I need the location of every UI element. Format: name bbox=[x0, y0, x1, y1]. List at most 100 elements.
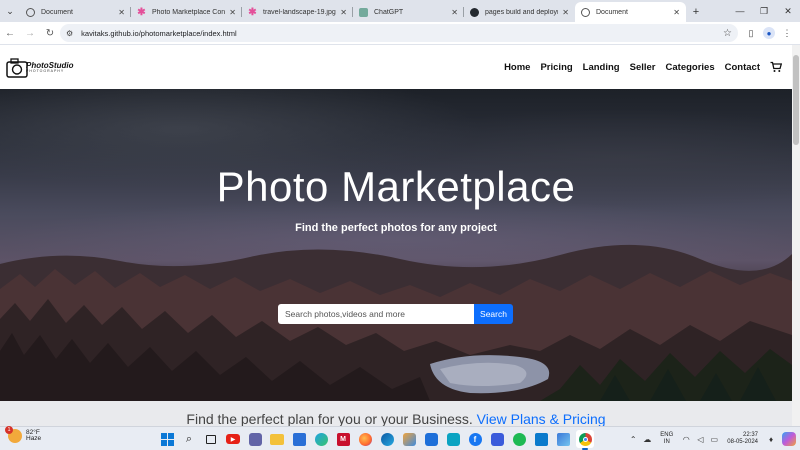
mcafee-icon[interactable]: M bbox=[334, 430, 352, 448]
tab-6-active[interactable]: Document ✕ bbox=[575, 2, 686, 22]
close-icon[interactable]: ✕ bbox=[673, 8, 680, 17]
vscode-icon[interactable] bbox=[532, 430, 550, 448]
cart-icon[interactable] bbox=[770, 61, 782, 73]
tab-2[interactable]: ✱ Photo Marketplace Contac ✕ bbox=[131, 2, 242, 22]
system-tray: ⌃ ☁ ENG IN ◠ ◁ ▭ 22:37 08-05-2024 ♦ bbox=[626, 427, 796, 450]
weather-condition: Haze bbox=[26, 435, 42, 442]
store-icon[interactable] bbox=[290, 430, 308, 448]
tab-title: pages build and deployme bbox=[485, 8, 558, 16]
tab-1[interactable]: Document ✕ bbox=[20, 2, 131, 22]
close-window-icon[interactable]: ✕ bbox=[776, 0, 800, 22]
close-icon[interactable]: ✕ bbox=[562, 8, 569, 17]
task-view-icon[interactable] bbox=[202, 430, 220, 448]
tab-title: Document bbox=[596, 8, 628, 16]
hero-section: Photo Marketplace Find the perfect photo… bbox=[0, 89, 792, 401]
plans-text: Find the perfect plan for you or your Bu… bbox=[186, 411, 473, 426]
tab-title: Photo Marketplace Contac bbox=[152, 8, 226, 16]
tab-4[interactable]: ChatGPT ✕ bbox=[353, 2, 464, 22]
facebook-icon[interactable]: f bbox=[466, 430, 484, 448]
nav-contact[interactable]: Contact bbox=[725, 62, 760, 73]
clock-time: 22:37 bbox=[742, 431, 758, 438]
chevron-up-icon[interactable]: ⌃ bbox=[626, 435, 640, 444]
nav-seller[interactable]: Seller bbox=[630, 62, 656, 73]
nav-pricing[interactable]: Pricing bbox=[540, 62, 572, 73]
copilot-icon[interactable] bbox=[782, 432, 796, 446]
globe-icon bbox=[581, 7, 590, 17]
site-navbar: PhotoStudio PHOTOGRAPHY Home Pricing Lan… bbox=[0, 45, 792, 89]
file-explorer-icon[interactable] bbox=[268, 430, 286, 448]
forward-icon[interactable]: → bbox=[20, 22, 40, 44]
search-icon[interactable]: ⌕ bbox=[180, 430, 198, 448]
window-controls: — ❐ ✕ bbox=[728, 0, 800, 22]
clock-date: 08-05-2024 bbox=[727, 439, 758, 445]
asterisk-icon: ✱ bbox=[137, 6, 146, 18]
spotify-icon[interactable] bbox=[510, 430, 528, 448]
powerapps-icon[interactable] bbox=[488, 430, 506, 448]
tab-title: Document bbox=[41, 8, 73, 16]
app-store-icon[interactable] bbox=[422, 430, 440, 448]
windows-start-icon[interactable] bbox=[158, 430, 176, 448]
nav-landing[interactable]: Landing bbox=[583, 62, 620, 73]
messenger-icon[interactable] bbox=[444, 430, 462, 448]
browser-toolbar: ← → ↻ ⚙ kavitaks.github.io/photomarketpl… bbox=[0, 22, 800, 44]
logo-tagline: PHOTOGRAPHY bbox=[26, 69, 65, 74]
chatgpt-icon bbox=[359, 7, 368, 17]
minimize-icon[interactable]: — bbox=[728, 0, 752, 22]
view-plans-link[interactable]: View Plans & Pricing bbox=[477, 411, 606, 426]
close-icon[interactable]: ✕ bbox=[340, 8, 347, 17]
webpage: PhotoStudio PHOTOGRAPHY Home Pricing Lan… bbox=[0, 45, 792, 426]
firefox-icon[interactable] bbox=[356, 430, 374, 448]
back-icon[interactable]: ← bbox=[0, 22, 20, 44]
close-icon[interactable]: ✕ bbox=[118, 8, 125, 17]
chrome-icon[interactable] bbox=[576, 430, 594, 450]
close-icon[interactable]: ✕ bbox=[229, 8, 236, 17]
tab-3[interactable]: ✱ travel-landscape-19.jpg (1 ✕ bbox=[242, 2, 353, 22]
search-button[interactable]: Search bbox=[474, 304, 513, 324]
tab-search-icon[interactable]: ⌄ bbox=[0, 0, 20, 22]
language-indicator[interactable]: ENG IN bbox=[660, 432, 673, 445]
nav-home[interactable]: Home bbox=[504, 62, 530, 73]
tab-strip: ⌄ Document ✕ ✱ Photo Marketplace Contac … bbox=[0, 0, 800, 22]
battery-icon[interactable]: ▭ bbox=[707, 435, 721, 444]
restore-icon[interactable]: ❐ bbox=[752, 0, 776, 22]
profile-avatar-icon[interactable]: ● bbox=[763, 27, 775, 39]
language-top: ENG bbox=[660, 432, 674, 439]
edge-icon[interactable] bbox=[312, 430, 330, 448]
weather-widget[interactable]: 1 82°F Haze bbox=[5, 426, 42, 443]
tab-5[interactable]: pages build and deployme ✕ bbox=[464, 2, 575, 22]
photos-icon[interactable] bbox=[400, 430, 418, 448]
site-logo[interactable]: PhotoStudio PHOTOGRAPHY bbox=[6, 55, 74, 81]
notification-bell-icon[interactable]: ♦ bbox=[764, 435, 778, 444]
close-icon[interactable]: ✕ bbox=[451, 8, 458, 17]
nav-categories[interactable]: Categories bbox=[666, 62, 715, 73]
bookmark-star-icon[interactable]: ☆ bbox=[723, 28, 732, 39]
new-tab-button[interactable]: + bbox=[686, 2, 706, 22]
page-scrollbar[interactable] bbox=[792, 45, 800, 426]
main-menu: Home Pricing Landing Seller Categories C… bbox=[494, 45, 782, 89]
scrollbar-thumb[interactable] bbox=[793, 55, 799, 145]
teams-icon[interactable] bbox=[246, 430, 264, 448]
asterisk-icon: ✱ bbox=[248, 6, 257, 18]
menu-kebab-icon[interactable]: ⋮ bbox=[778, 22, 796, 44]
url-text[interactable]: kavitaks.github.io/photomarketplace/inde… bbox=[81, 29, 723, 38]
reload-icon[interactable]: ↻ bbox=[40, 22, 60, 44]
edge-dev-icon[interactable] bbox=[378, 430, 396, 448]
gallery-icon[interactable] bbox=[554, 430, 572, 448]
side-panel-icon[interactable]: ▯ bbox=[742, 22, 760, 44]
camera-icon bbox=[6, 58, 28, 78]
hero-search: Search bbox=[278, 304, 513, 324]
language-bottom: IN bbox=[663, 439, 670, 445]
wifi-icon[interactable]: ◠ bbox=[679, 435, 693, 444]
taskbar: 1 82°F Haze ⌕ ▶ M f ⌃ ☁ ENG IN ◠ ◁ ▭ 22:… bbox=[0, 426, 800, 450]
speaker-icon[interactable]: ◁ bbox=[693, 435, 707, 444]
youtube-icon[interactable]: ▶ bbox=[224, 430, 242, 448]
hero-landscape-image bbox=[0, 244, 792, 401]
clock[interactable]: 22:37 08-05-2024 bbox=[727, 432, 758, 446]
globe-icon bbox=[26, 7, 35, 17]
address-bar[interactable]: ⚙ kavitaks.github.io/photomarketplace/in… bbox=[60, 24, 738, 42]
hero-subtitle: Find the perfect photos for any project bbox=[295, 222, 497, 234]
search-input[interactable] bbox=[278, 304, 474, 324]
site-info-icon[interactable]: ⚙ bbox=[66, 29, 73, 38]
tab-title: ChatGPT bbox=[374, 8, 404, 16]
cloud-icon[interactable]: ☁ bbox=[640, 435, 654, 444]
